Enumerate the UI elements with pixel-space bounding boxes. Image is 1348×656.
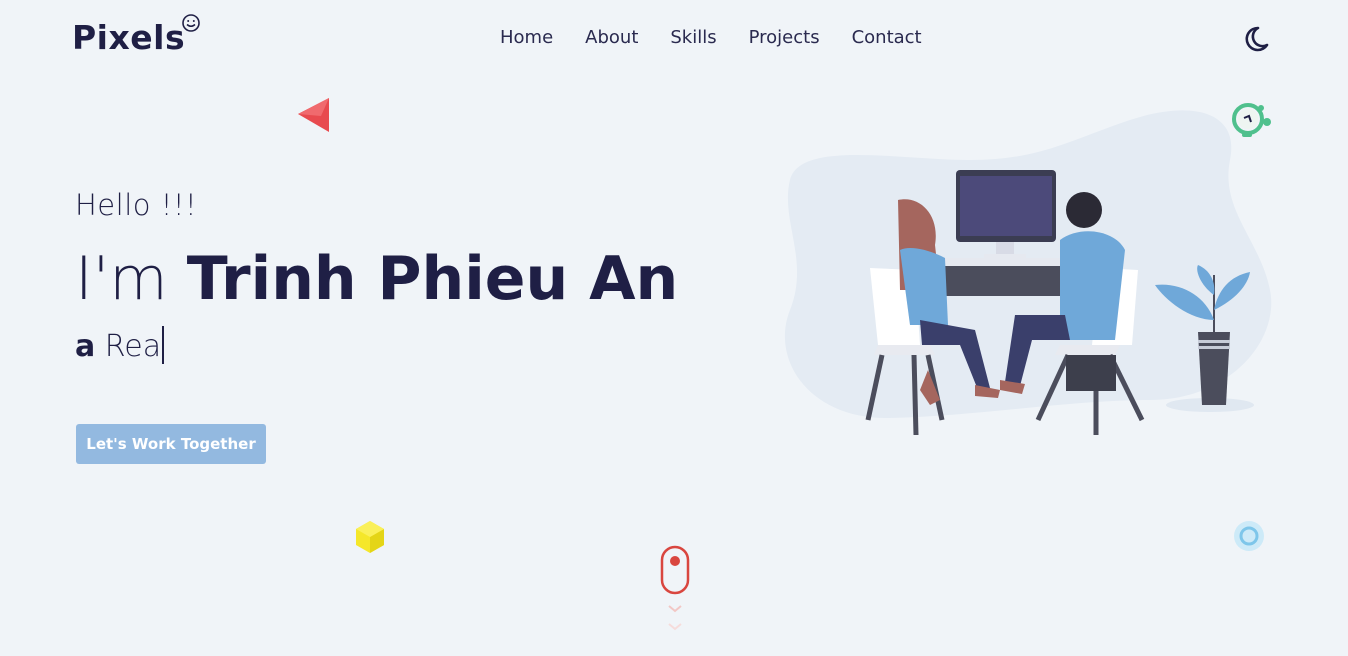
typing-caret: [162, 326, 165, 364]
main-nav: Home About Skills Projects Contact: [500, 27, 922, 48]
role-typed-text: Rea: [95, 329, 162, 364]
nav-contact[interactable]: Contact: [852, 27, 922, 48]
cube-shape: [356, 521, 384, 553]
coworkers-illustration: [784, 110, 1272, 436]
smiley-icon: [182, 14, 200, 32]
hero-headline: I'm Trinh Phieu An: [75, 244, 678, 314]
role-prefix: a: [75, 329, 96, 364]
nav-projects[interactable]: Projects: [749, 27, 820, 48]
hero-intro: I'm: [75, 244, 187, 314]
scroll-down-indicator[interactable]: [660, 545, 690, 635]
brand-logo[interactable]: Pixels: [72, 18, 185, 57]
hero-greeting: Hello !!!: [75, 188, 198, 222]
nav-about[interactable]: About: [585, 27, 638, 48]
moon-icon[interactable]: [1240, 24, 1270, 54]
nav-skills[interactable]: Skills: [670, 27, 716, 48]
ring-shape: [1234, 521, 1264, 551]
work-together-button[interactable]: Let's Work Together: [76, 424, 266, 464]
triangle-shape: [298, 98, 329, 132]
hero-role: a Rea: [75, 326, 165, 364]
nav-home[interactable]: Home: [500, 27, 553, 48]
hero-name: Trinh Phieu An: [186, 244, 679, 314]
